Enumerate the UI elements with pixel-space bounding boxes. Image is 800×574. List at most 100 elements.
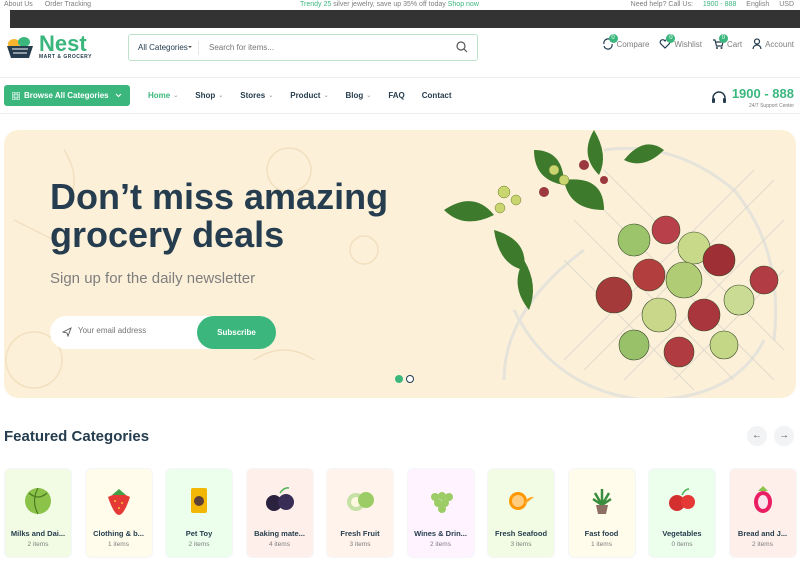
category-card[interactable]: Wines & Drin... 2 items: [406, 468, 475, 558]
nav-item-shop[interactable]: Shop ⌄: [195, 91, 223, 100]
email-input[interactable]: [78, 326, 188, 335]
nav-item-stores[interactable]: Stores ⌄: [240, 91, 273, 100]
category-card[interactable]: Pet Toy 2 items: [165, 468, 233, 558]
help-text: Need help? Call Us: 1900 - 888: [630, 1, 737, 8]
nav-item-blog[interactable]: Blog ⌄: [346, 91, 372, 100]
category-count: 1 items: [108, 541, 129, 548]
chevron-down-icon: ⌄: [173, 93, 179, 99]
nav-item-home[interactable]: Home ⌄: [148, 91, 178, 100]
shop-now-link[interactable]: Shop now: [448, 1, 479, 8]
nav-item-faq[interactable]: FAQ: [388, 91, 404, 100]
nav-item-product[interactable]: Product ⌄: [290, 91, 328, 100]
category-card[interactable]: Vegetables 0 items: [648, 468, 716, 558]
category-card[interactable]: Bread and J... 2 items: [728, 468, 797, 558]
wishlist-label: Wishlist: [674, 40, 702, 49]
category-card[interactable]: Milks and Dai... 2 items: [4, 468, 72, 558]
browse-label: Browse All Categories: [24, 91, 109, 100]
slider-dot-1[interactable]: [395, 375, 403, 383]
category-count: 0 items: [671, 541, 693, 548]
category-count: 3 items: [349, 541, 371, 548]
apples-icon: [669, 488, 695, 511]
category-arrows: ← →: [740, 426, 794, 446]
category-count: 1 items: [591, 541, 612, 548]
subscribe-button[interactable]: Subscribe: [197, 316, 276, 349]
category-name: Fresh Fruit: [340, 529, 380, 538]
logo[interactable]: Nest MART & GROCERY: [4, 32, 92, 62]
dragon-fruit-icon: [753, 486, 772, 513]
compare-label: Compare: [616, 40, 650, 49]
category-card[interactable]: Fresh Fruit 3 items: [326, 468, 394, 558]
search-icon[interactable]: [456, 41, 468, 53]
logo-tagline: MART & GROCERY: [39, 54, 92, 60]
prev-arrow-icon[interactable]: ←: [747, 426, 767, 446]
main-header: Nest MART & GROCERY All Categories 0 Com…: [0, 28, 800, 78]
category-count: 4 items: [269, 541, 290, 548]
grid-icon: [12, 91, 20, 100]
main-navigation: Browse All Categories Home ⌄ Shop ⌄ Stores…: [0, 79, 800, 114]
category-count: 2 items: [430, 541, 451, 548]
strawberry-icon: [107, 489, 130, 515]
language-select[interactable]: English: [746, 1, 769, 8]
category-card[interactable]: Fresh Seafood 3 items: [487, 468, 555, 558]
newsletter-form: Subscribe: [50, 316, 276, 349]
orange-slices-icon: [509, 492, 534, 510]
category-name: Pet Toy: [185, 529, 213, 538]
hero-title: Don’t miss amazing grocery deals: [50, 176, 389, 255]
top-utility-bar: About Us Order Tracking Trendy 25 silver…: [0, 0, 800, 10]
category-card[interactable]: Fast food 1 items: [567, 468, 636, 558]
apple-net-bag-image: [444, 130, 785, 398]
about-us-link[interactable]: About Us: [4, 1, 33, 8]
compare-button[interactable]: 0 Compare: [602, 34, 650, 50]
send-icon: [62, 327, 72, 337]
chevron-down-icon: ⌄: [366, 93, 372, 99]
cart-label: Cart: [726, 40, 743, 49]
category-name: Clothing & b...: [93, 529, 144, 538]
account-button[interactable]: Account: [752, 38, 794, 50]
plums-icon: [265, 487, 294, 511]
category-count: 3 items: [510, 541, 532, 548]
slider-dot-2[interactable]: [406, 375, 414, 383]
category-card[interactable]: Baking mate... 4 items: [245, 468, 314, 558]
nav-menu: Home ⌄ Shop ⌄ Stores ⌄ Product ⌄ Blog ⌄ FAQ C…: [148, 91, 469, 100]
chevron-down-icon: ⌄: [323, 93, 329, 99]
search-input[interactable]: [209, 43, 439, 52]
category-name: Baking mate...: [254, 529, 305, 538]
logo-basket-icon: [7, 37, 33, 58]
promo-highlight: Trendy 25: [300, 1, 332, 8]
cart-button[interactable]: 0 Cart: [712, 34, 743, 50]
chevron-down-icon: [115, 93, 122, 98]
next-arrow-icon[interactable]: →: [774, 426, 794, 446]
wishlist-button[interactable]: 0 Wishlist: [659, 34, 702, 50]
compare-count: 0: [608, 34, 618, 43]
dark-overlay-bar: [10, 10, 800, 28]
category-name: Fast food: [584, 529, 619, 538]
hero-banner: Don’t miss amazing grocery deals Sign up…: [4, 130, 796, 398]
search-bar: All Categories: [128, 34, 478, 61]
support-label: 24/7 Support Center: [748, 103, 794, 109]
potted-plant-icon: [591, 489, 612, 514]
pet-food-bag-icon: [191, 488, 207, 513]
account-label: Account: [765, 40, 794, 49]
chevron-down-icon: ⌄: [218, 93, 224, 99]
promo-message: Trendy 25 silver jewelry, save up 35% of…: [300, 1, 479, 8]
support-contact: 1900 - 888 24/7 Support Center: [710, 85, 794, 109]
cart-count: 0: [718, 34, 728, 43]
order-tracking-link[interactable]: Order Tracking: [45, 1, 91, 8]
category-name: Fresh Seafood: [494, 529, 548, 538]
category-count: 2 items: [27, 541, 49, 548]
currency-select[interactable]: USD: [779, 1, 794, 8]
search-category-select[interactable]: All Categories: [129, 40, 199, 55]
slider-dots: [395, 375, 417, 383]
chevron-down-icon: ⌄: [268, 93, 274, 99]
headset-icon: [711, 91, 726, 103]
fresh-fruit-icon: [347, 492, 374, 511]
browse-categories-button[interactable]: Browse All Categories: [4, 85, 130, 106]
nav-item-contact[interactable]: Contact: [422, 91, 452, 100]
logo-name: Nest: [39, 31, 87, 56]
category-list: Milks and Dai... 2 items Clothing & b...…: [4, 468, 800, 558]
category-name: Vegetables: [662, 529, 702, 538]
support-number: 1900 - 888: [731, 86, 794, 101]
category-name: Bread and J...: [737, 529, 788, 538]
category-card[interactable]: Clothing & b... 1 items: [84, 468, 153, 558]
category-name: Wines & Drin...: [414, 529, 467, 538]
